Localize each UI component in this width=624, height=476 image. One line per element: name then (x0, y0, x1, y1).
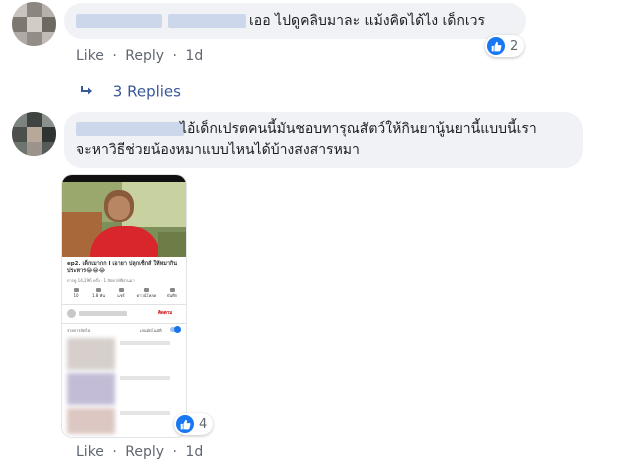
separator: · (172, 48, 177, 64)
comment-bubble: ไอ้เด็กเปรตคนนี้มันชอบทารุณสัตว์ให้กินยา… (64, 112, 583, 168)
replies-count-label: 3 Replies (112, 82, 181, 101)
reply-link[interactable]: Reply (125, 444, 164, 460)
comment-actions: Like · Reply · 1d (76, 444, 203, 460)
separator: · (112, 48, 117, 64)
comment-text: เออ ไปดูคลิบมาละ แม้งคิดได้ไง เด็กเวร (249, 13, 486, 29)
save-stat[interactable]: บันทึก (162, 287, 182, 303)
like-stat[interactable]: 10 (66, 287, 86, 303)
timestamp[interactable]: 1d (185, 48, 203, 64)
blurred-author-name[interactable] (76, 14, 162, 28)
blurred-channel-name (79, 311, 127, 316)
subscribe-button[interactable]: ติดตาม (158, 311, 172, 317)
video-thumbnail (62, 182, 186, 257)
like-reaction-icon (176, 415, 194, 433)
like-link[interactable]: Like (76, 48, 104, 64)
video-views: การดู 14,296 ครั้ง · 1 สัปดาห์ที่ผ่านมา (67, 278, 135, 283)
reply-arrow-icon (80, 83, 94, 101)
channel-avatar (67, 309, 76, 318)
timestamp[interactable]: 1d (185, 444, 203, 460)
video-stats-row: 10 1.8 พัน แชร์ ดาวน์โหลด บันทึก (66, 287, 182, 303)
blurred-recommendation[interactable] (67, 338, 115, 370)
comment-actions: Like · Reply · 1d (76, 48, 203, 64)
blurred-recommendation[interactable] (67, 373, 115, 405)
reply-link[interactable]: Reply (125, 48, 164, 64)
blurred-author-name[interactable] (168, 14, 246, 28)
dislike-stat[interactable]: 1.8 พัน (89, 287, 109, 303)
download-stat[interactable]: ดาวน์โหลด (134, 287, 160, 303)
autoplay-toggle[interactable] (170, 326, 181, 333)
blurred-author-name[interactable] (76, 122, 184, 136)
commenter-avatar[interactable] (12, 2, 56, 46)
commenter-avatar[interactable] (12, 112, 56, 156)
comment-text-line-2: จะหาวิธีช่วยน้องหมาแบบไหนได้บ้างสงสารหมา (76, 142, 360, 158)
autoplay-label: เล่นอัตโนมัติ (140, 328, 162, 333)
separator: · (172, 444, 177, 460)
up-next-label: รายการถัดไป (67, 328, 91, 333)
comment-text-line-1: ไอ้เด็กเปรตคนนี้มันชอบทารุณสัตว์ให้กินยา… (180, 121, 537, 137)
like-reaction-icon (487, 37, 505, 55)
blurred-recommendation[interactable] (67, 408, 115, 434)
share-stat[interactable]: แชร์ (111, 287, 131, 303)
phone-status-bar (62, 175, 186, 182)
reaction-count: 4 (199, 416, 208, 432)
separator: · (112, 444, 117, 460)
like-link[interactable]: Like (76, 444, 104, 460)
reaction-badge[interactable]: 2 (485, 35, 525, 57)
attached-screenshot[interactable]: ep2. เด็กเมากก I เอายา ปลุกเซ็กส์ ให้หมา… (62, 175, 186, 437)
reaction-badge[interactable]: 4 (174, 413, 214, 435)
video-title: ep2. เด็กเมากก I เอายา ปลุกเซ็กส์ ให้หมา… (67, 261, 178, 274)
reaction-count: 2 (510, 38, 519, 54)
comment-bubble: เออ ไปดูคลิบมาละ แม้งคิดได้ไง เด็กเวร (64, 3, 526, 39)
view-replies-link[interactable]: 3 Replies (80, 82, 181, 101)
